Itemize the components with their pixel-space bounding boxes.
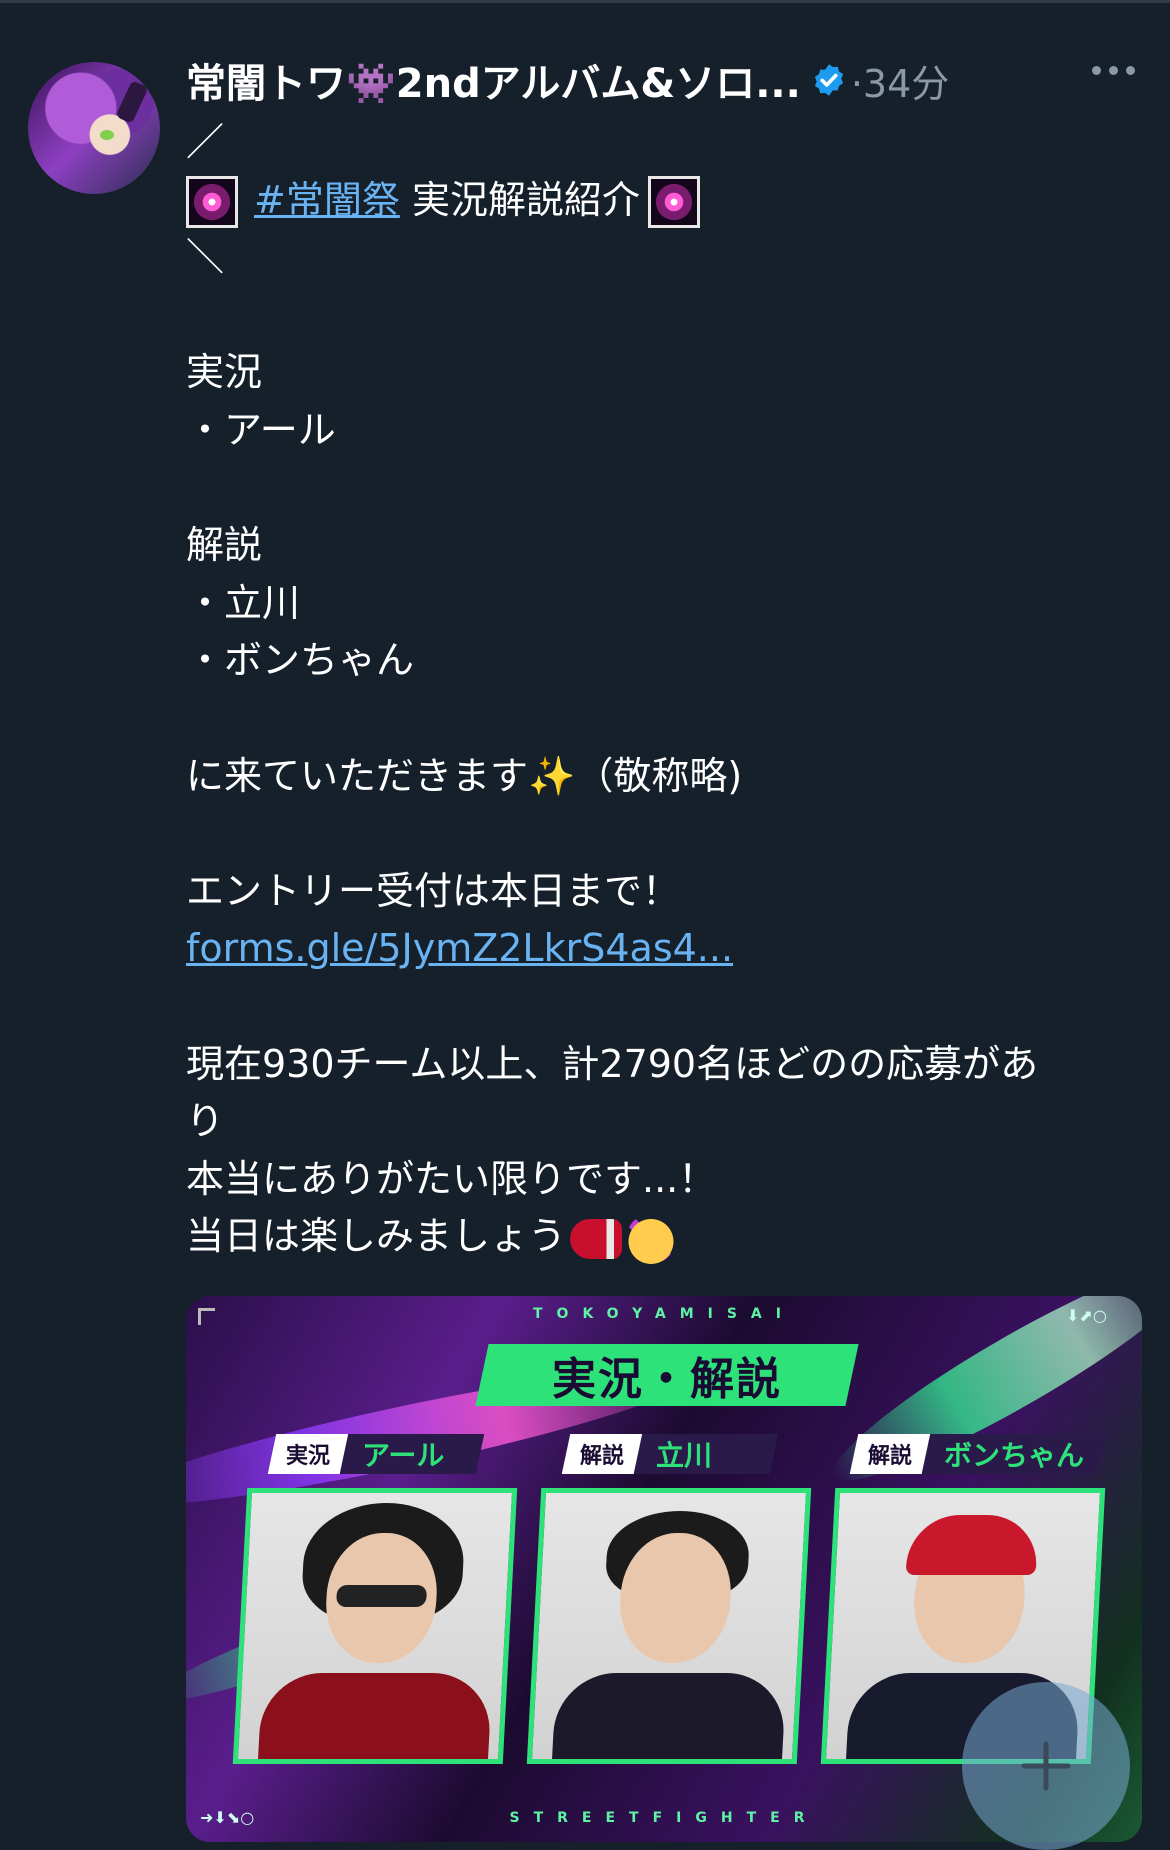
caster-tag: 実況 アール — [267, 1434, 485, 1474]
top-divider — [0, 0, 1170, 3]
caster-photo — [526, 1488, 812, 1764]
section2-title: 解説 — [186, 523, 263, 568]
hashtag-link[interactable]: #常闇祭 — [254, 178, 400, 222]
decor-swoosh — [816, 1296, 1142, 1507]
section1-item: ・アール — [186, 407, 336, 452]
plus-compose-icon[interactable] — [962, 1682, 1130, 1850]
section2-item: ・立川 — [186, 580, 301, 625]
form-link-text[interactable]: forms.gle/5JymZ2LkrS4as4... — [186, 926, 733, 970]
more-horizontal-icon[interactable] — [1092, 66, 1135, 75]
headline: #常闇祭 実況解説紹介 — [186, 172, 1146, 230]
form-link: forms.gle/5JymZ2LkrS4as4... — [186, 920, 1146, 978]
thanks-line: に来ていただきます✨（敬称略) — [186, 748, 1146, 806]
image-banner: 実況・解説 — [475, 1344, 859, 1406]
author-name[interactable]: 常闇トワ👾2ndアルバム&ソロ... — [186, 51, 801, 109]
grateful-line: 本当にありがたい限りです...！ — [186, 1156, 717, 1201]
caster-tag: 解説 ボンちゃん — [849, 1434, 1107, 1474]
sparkles-icon: ✨ — [528, 753, 576, 798]
count-line-cont: り — [186, 1099, 225, 1144]
caster-name: アール — [362, 1439, 445, 1472]
party-face-icon — [626, 1213, 677, 1264]
caster-tag: 解説 立川 — [561, 1434, 779, 1474]
banner-title: 実況・解説 — [552, 1354, 782, 1405]
avatar-eye — [100, 130, 114, 140]
fireworks-icon — [186, 176, 238, 229]
count-line: 現在930チーム以上、計2790名ほどのの応募があ — [186, 1041, 1039, 1086]
post-header: 常闇トワ👾2ndアルバム&ソロ... ·34分 — [186, 56, 949, 107]
deco-bottom: ＼ — [186, 235, 225, 280]
section2-item: ・ボンちゃん — [186, 638, 415, 683]
enjoy-line: 当日は楽しみましょう — [186, 1208, 1146, 1266]
section1-title: 実況 — [186, 350, 263, 395]
post-text: ／ #常闇祭 実況解説紹介 ＼ 実況 ・アール 解説 ・立川 ・ボンちゃん に来… — [186, 114, 1146, 1266]
image-top-word: TOKOYAMISAI — [533, 1306, 795, 1322]
caster-role: 解説 — [580, 1444, 625, 1469]
avatar-horn — [115, 80, 149, 124]
deco-top: ／ — [186, 120, 225, 164]
caster-name: ボンちゃん — [944, 1439, 1085, 1472]
caster-photo — [232, 1488, 518, 1764]
enjoy-text: 当日は楽しみましょう — [186, 1214, 567, 1259]
entry-line: エントリー受付は本日まで！ — [186, 868, 681, 913]
caster-role: 解説 — [868, 1444, 913, 1469]
boxing-glove-icon — [570, 1218, 623, 1259]
avatar[interactable] — [28, 62, 160, 194]
thanks-note: （敬称略) — [575, 753, 743, 798]
thanks-text: に来ていただきます — [186, 753, 529, 798]
caster-name: 立川 — [656, 1439, 713, 1472]
fireworks-icon — [647, 176, 700, 229]
caster-role: 実況 — [286, 1444, 331, 1469]
verified-badge-icon — [811, 62, 847, 98]
headline-text: 実況解説紹介 — [411, 177, 640, 222]
post-timestamp[interactable]: ·34分 — [851, 53, 949, 108]
